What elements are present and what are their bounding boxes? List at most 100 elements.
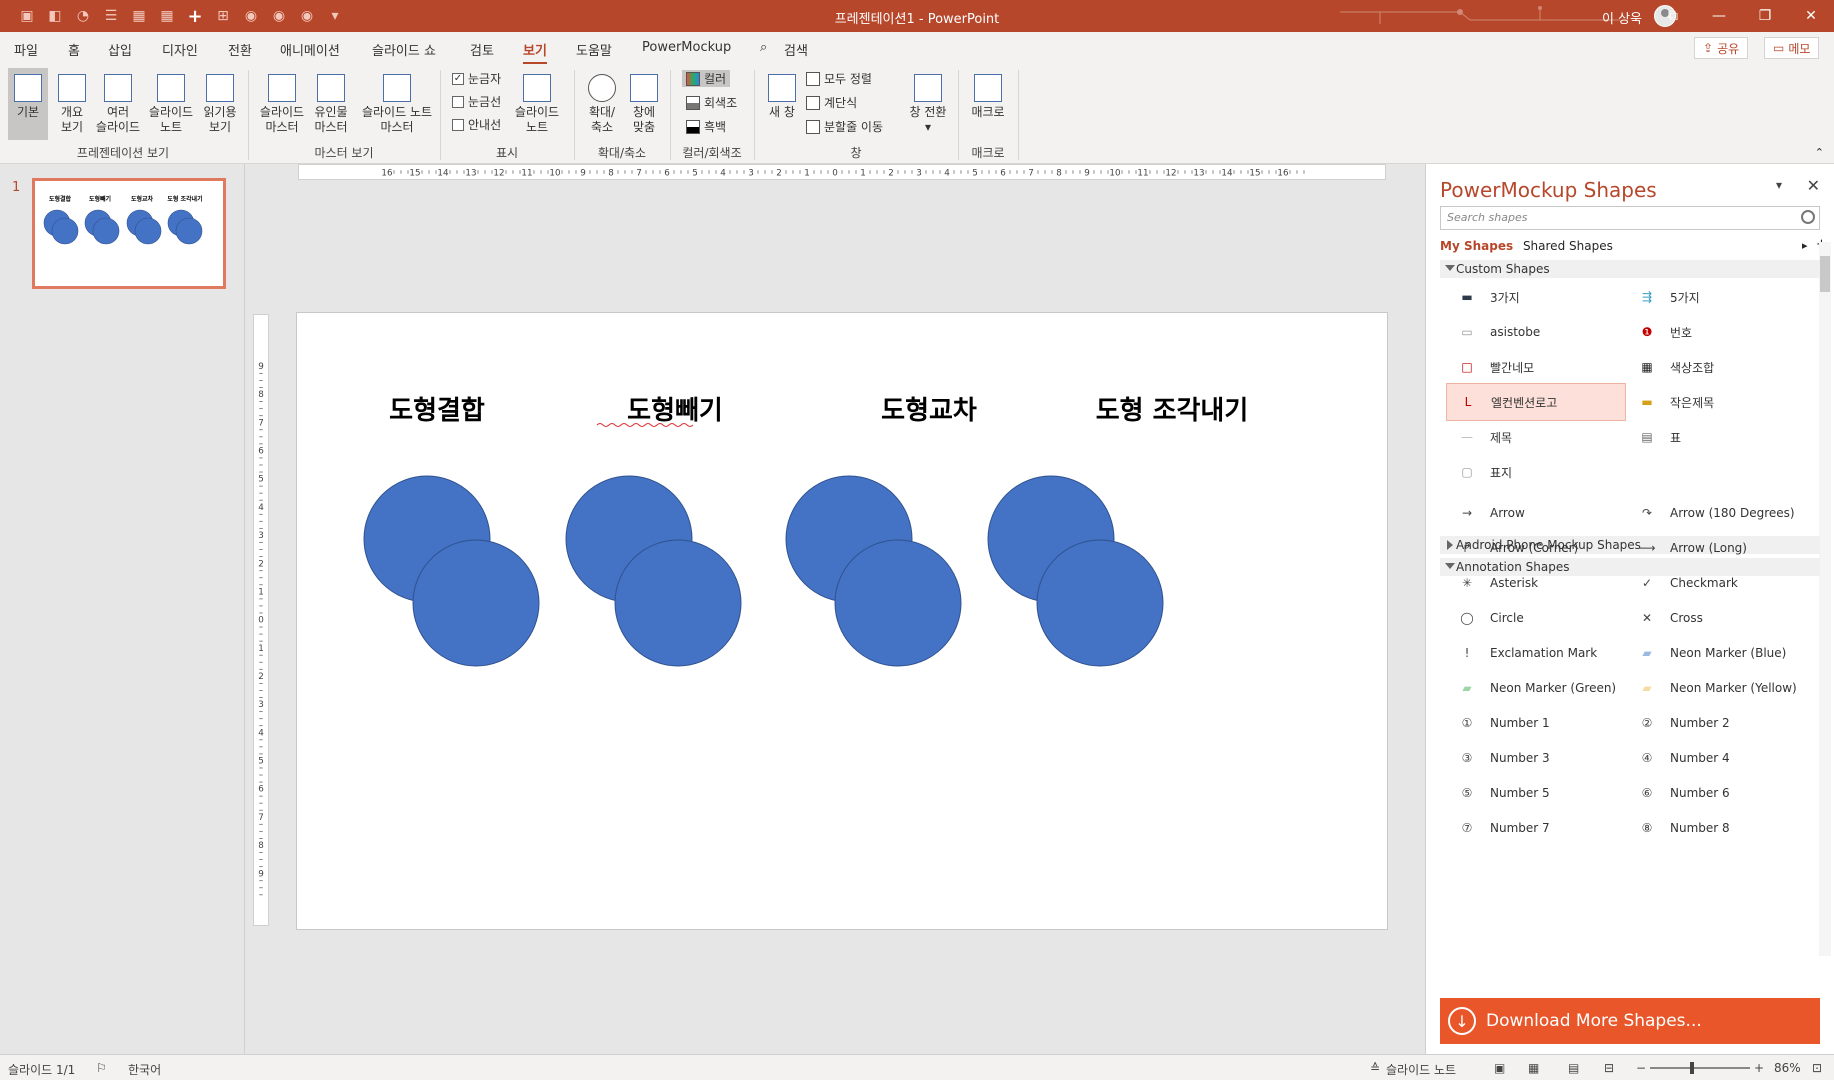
new-window-button[interactable]: 새 창 (762, 68, 802, 120)
reading-view-button[interactable]: 읽기용 보기 (200, 68, 240, 135)
anno-shape-item[interactable]: ↱ Arrow (Corner) (1446, 529, 1626, 567)
anno-shape-item[interactable]: ✓ Checkmark (1626, 564, 1806, 602)
share-button[interactable]: ⇪ 공유 (1694, 37, 1749, 59)
expand-icon[interactable]: ▸ (1802, 239, 1808, 252)
scrollbar-thumb[interactable] (1820, 256, 1830, 292)
slide-thumbnail[interactable]: 도형결합 도형빼기 도형교차 도형 조각내기 (32, 178, 226, 289)
slide-title-intersect[interactable]: 도형교차 (881, 396, 977, 426)
collapse-ribbon-icon[interactable]: ⌃ (1815, 146, 1824, 159)
anno-shape-item[interactable]: ! Exclamation Mark (1446, 634, 1626, 672)
macros-button[interactable]: 매크로 (966, 68, 1010, 120)
handout-master-button[interactable]: 유인물 마스터 (310, 68, 352, 135)
anno-shape-item[interactable]: ✳ Asterisk (1446, 564, 1626, 602)
anno-shape-item[interactable]: ⟶ Arrow (Long) (1626, 529, 1806, 567)
notes-toggle-icon[interactable]: ≙ (1370, 1061, 1380, 1075)
pane-options-icon[interactable]: ▾ (1776, 178, 1782, 192)
outline-view-button[interactable]: 개요 보기 (52, 68, 92, 135)
tab-search[interactable]: 검색 (784, 40, 808, 59)
notes-page-button[interactable]: 슬라이드 노트 (146, 68, 196, 135)
circle-shape-1-2[interactable] (412, 539, 540, 667)
anno-shape-item[interactable]: ⑦ Number 7 (1446, 809, 1626, 847)
circle-shape-3-2[interactable] (834, 539, 962, 667)
close-icon[interactable]: ✕ (1807, 176, 1820, 195)
tab-design[interactable]: 디자인 (162, 40, 198, 59)
anno-shape-item[interactable]: ⑤ Number 5 (1446, 774, 1626, 812)
language-indicator[interactable]: 한국어 (128, 1061, 161, 1078)
custom-shape-item[interactable]: ▬ 작은제목 (1626, 383, 1806, 421)
close-icon[interactable]: ✕ (1788, 0, 1834, 32)
anno-shape-item[interactable]: ① Number 1 (1446, 704, 1626, 742)
accessibility-icon[interactable]: ⚐ (96, 1061, 107, 1075)
tab-slideshow[interactable]: 슬라이드 쇼 (372, 40, 436, 59)
custom-shape-item[interactable]: ▢ 표지 (1446, 453, 1626, 491)
zoom-in-icon[interactable]: + (1754, 1061, 1764, 1075)
anno-shape-item[interactable]: ✕ Cross (1626, 599, 1806, 637)
anno-shape-item[interactable]: ▰ Neon Marker (Green) (1446, 669, 1626, 707)
download-more-shapes-button[interactable]: ↓ Download More Shapes... (1440, 998, 1820, 1044)
custom-shape-item[interactable]: ⇶ 5가지 (1626, 278, 1806, 316)
circle-shape-4-2[interactable] (1036, 539, 1164, 667)
user-name[interactable]: 이 상욱 (1602, 8, 1642, 27)
custom-shape-item[interactable]: ▦ 색상조합 (1626, 348, 1806, 386)
custom-shape-item[interactable]: ▤ 표 (1626, 418, 1806, 456)
pane-scrollbar[interactable] (1819, 242, 1831, 956)
zoom-slider[interactable] (1650, 1062, 1750, 1074)
custom-shape-item[interactable]: ❶ 번호 (1626, 313, 1806, 351)
normal-view-icon[interactable]: ▣ (1494, 1061, 1505, 1075)
normal-view-button[interactable]: 기본 (8, 68, 48, 140)
arrange-all-button[interactable]: 모두 정렬 (806, 70, 872, 87)
switch-windows-button[interactable]: 창 전환 ▾ (904, 68, 952, 135)
tab-review[interactable]: 검토 (470, 40, 494, 59)
guides-checkbox[interactable]: 안내선 (452, 116, 501, 133)
zoom-out-icon[interactable]: − (1636, 1061, 1646, 1075)
slide-title-subtract[interactable]: 도형빼기 (627, 396, 723, 426)
vertical-ruler[interactable]: 9 8 7 6 5 4 3 2 1 0 1 2 3 4 5 6 7 8 9 (253, 314, 269, 926)
tab-home[interactable]: 홈 (68, 40, 80, 59)
slideshow-icon[interactable]: ⊟ (1604, 1061, 1614, 1075)
tab-powermockup[interactable]: PowerMockup (642, 40, 731, 55)
slide[interactable]: 도형결합 도형빼기 도형교차 도형 조각내기 (296, 312, 1388, 930)
slide-sorter-icon[interactable]: ▦ (1528, 1061, 1539, 1075)
anno-shape-item[interactable]: → Arrow (1446, 494, 1626, 532)
tab-my-shapes[interactable]: My Shapes (1440, 239, 1513, 253)
tab-insert[interactable]: 삽입 (108, 40, 132, 59)
notes-toggle[interactable]: 슬라이드 노트 (1386, 1061, 1456, 1078)
custom-shape-item[interactable]: ▬ 3가지 (1446, 278, 1626, 316)
anno-shape-item[interactable]: ② Number 2 (1626, 704, 1806, 742)
section-custom-shapes[interactable]: Custom Shapes (1440, 260, 1820, 278)
custom-shape-item[interactable]: ▭ asistobe (1446, 313, 1626, 351)
reading-view-icon[interactable]: ▤ (1568, 1061, 1579, 1075)
slide-master-button[interactable]: 슬라이드 마스터 (256, 68, 308, 135)
slide-sorter-button[interactable]: 여러 슬라이드 (94, 68, 142, 135)
ruler-checkbox[interactable]: ✓ 눈금자 (452, 70, 501, 87)
grayscale-button[interactable]: 회색조 (686, 94, 737, 111)
custom-shape-item[interactable]: — 제목 (1446, 418, 1626, 456)
gridlines-checkbox[interactable]: 눈금선 (452, 93, 501, 110)
search-input[interactable]: Search shapes (1440, 206, 1820, 230)
tab-file[interactable]: 파일 (14, 40, 38, 59)
memo-button[interactable]: ▭ 메모 (1764, 37, 1820, 59)
black-white-button[interactable]: 흑백 (686, 118, 726, 135)
anno-shape-item[interactable]: ↷ Arrow (180 Degrees) (1626, 494, 1806, 532)
zoom-button[interactable]: 확대/축소 (582, 68, 622, 135)
tab-view[interactable]: 보기 (523, 40, 547, 65)
search-icon[interactable]: ⌕ (760, 40, 767, 55)
minimize-icon[interactable]: — (1696, 0, 1742, 32)
anno-shape-item[interactable]: ⑥ Number 6 (1626, 774, 1806, 812)
notes-master-button[interactable]: 슬라이드 노트 마스터 (352, 68, 442, 135)
horizontal-ruler[interactable]: 16 15 14 13 12 11 10 9 8 7 6 5 4 3 2 1 0 1 2 3 4 5 6 7 8 9 10 11 12 1… (298, 164, 1386, 180)
tab-animations[interactable]: 애니메이션 (280, 40, 340, 59)
anno-shape-item[interactable]: ⑧ Number 8 (1626, 809, 1806, 847)
tab-transitions[interactable]: 전환 (228, 40, 252, 59)
cascade-button[interactable]: 계단식 (806, 94, 857, 111)
restore-icon[interactable]: ❐ (1742, 0, 1788, 32)
circle-shape-2-2[interactable] (614, 539, 742, 667)
notes-button[interactable]: 슬라이드 노트 (512, 68, 562, 135)
tab-shared-shapes[interactable]: Shared Shapes (1523, 239, 1613, 253)
anno-shape-item[interactable]: ④ Number 4 (1626, 739, 1806, 777)
search-icon[interactable] (1801, 210, 1815, 224)
color-button[interactable]: 컬러 (682, 70, 731, 87)
anno-shape-item[interactable]: ③ Number 3 (1446, 739, 1626, 777)
move-split-button[interactable]: 분할줄 이동 (806, 118, 883, 135)
fit-slide-icon[interactable]: ⊡ (1812, 1061, 1822, 1075)
